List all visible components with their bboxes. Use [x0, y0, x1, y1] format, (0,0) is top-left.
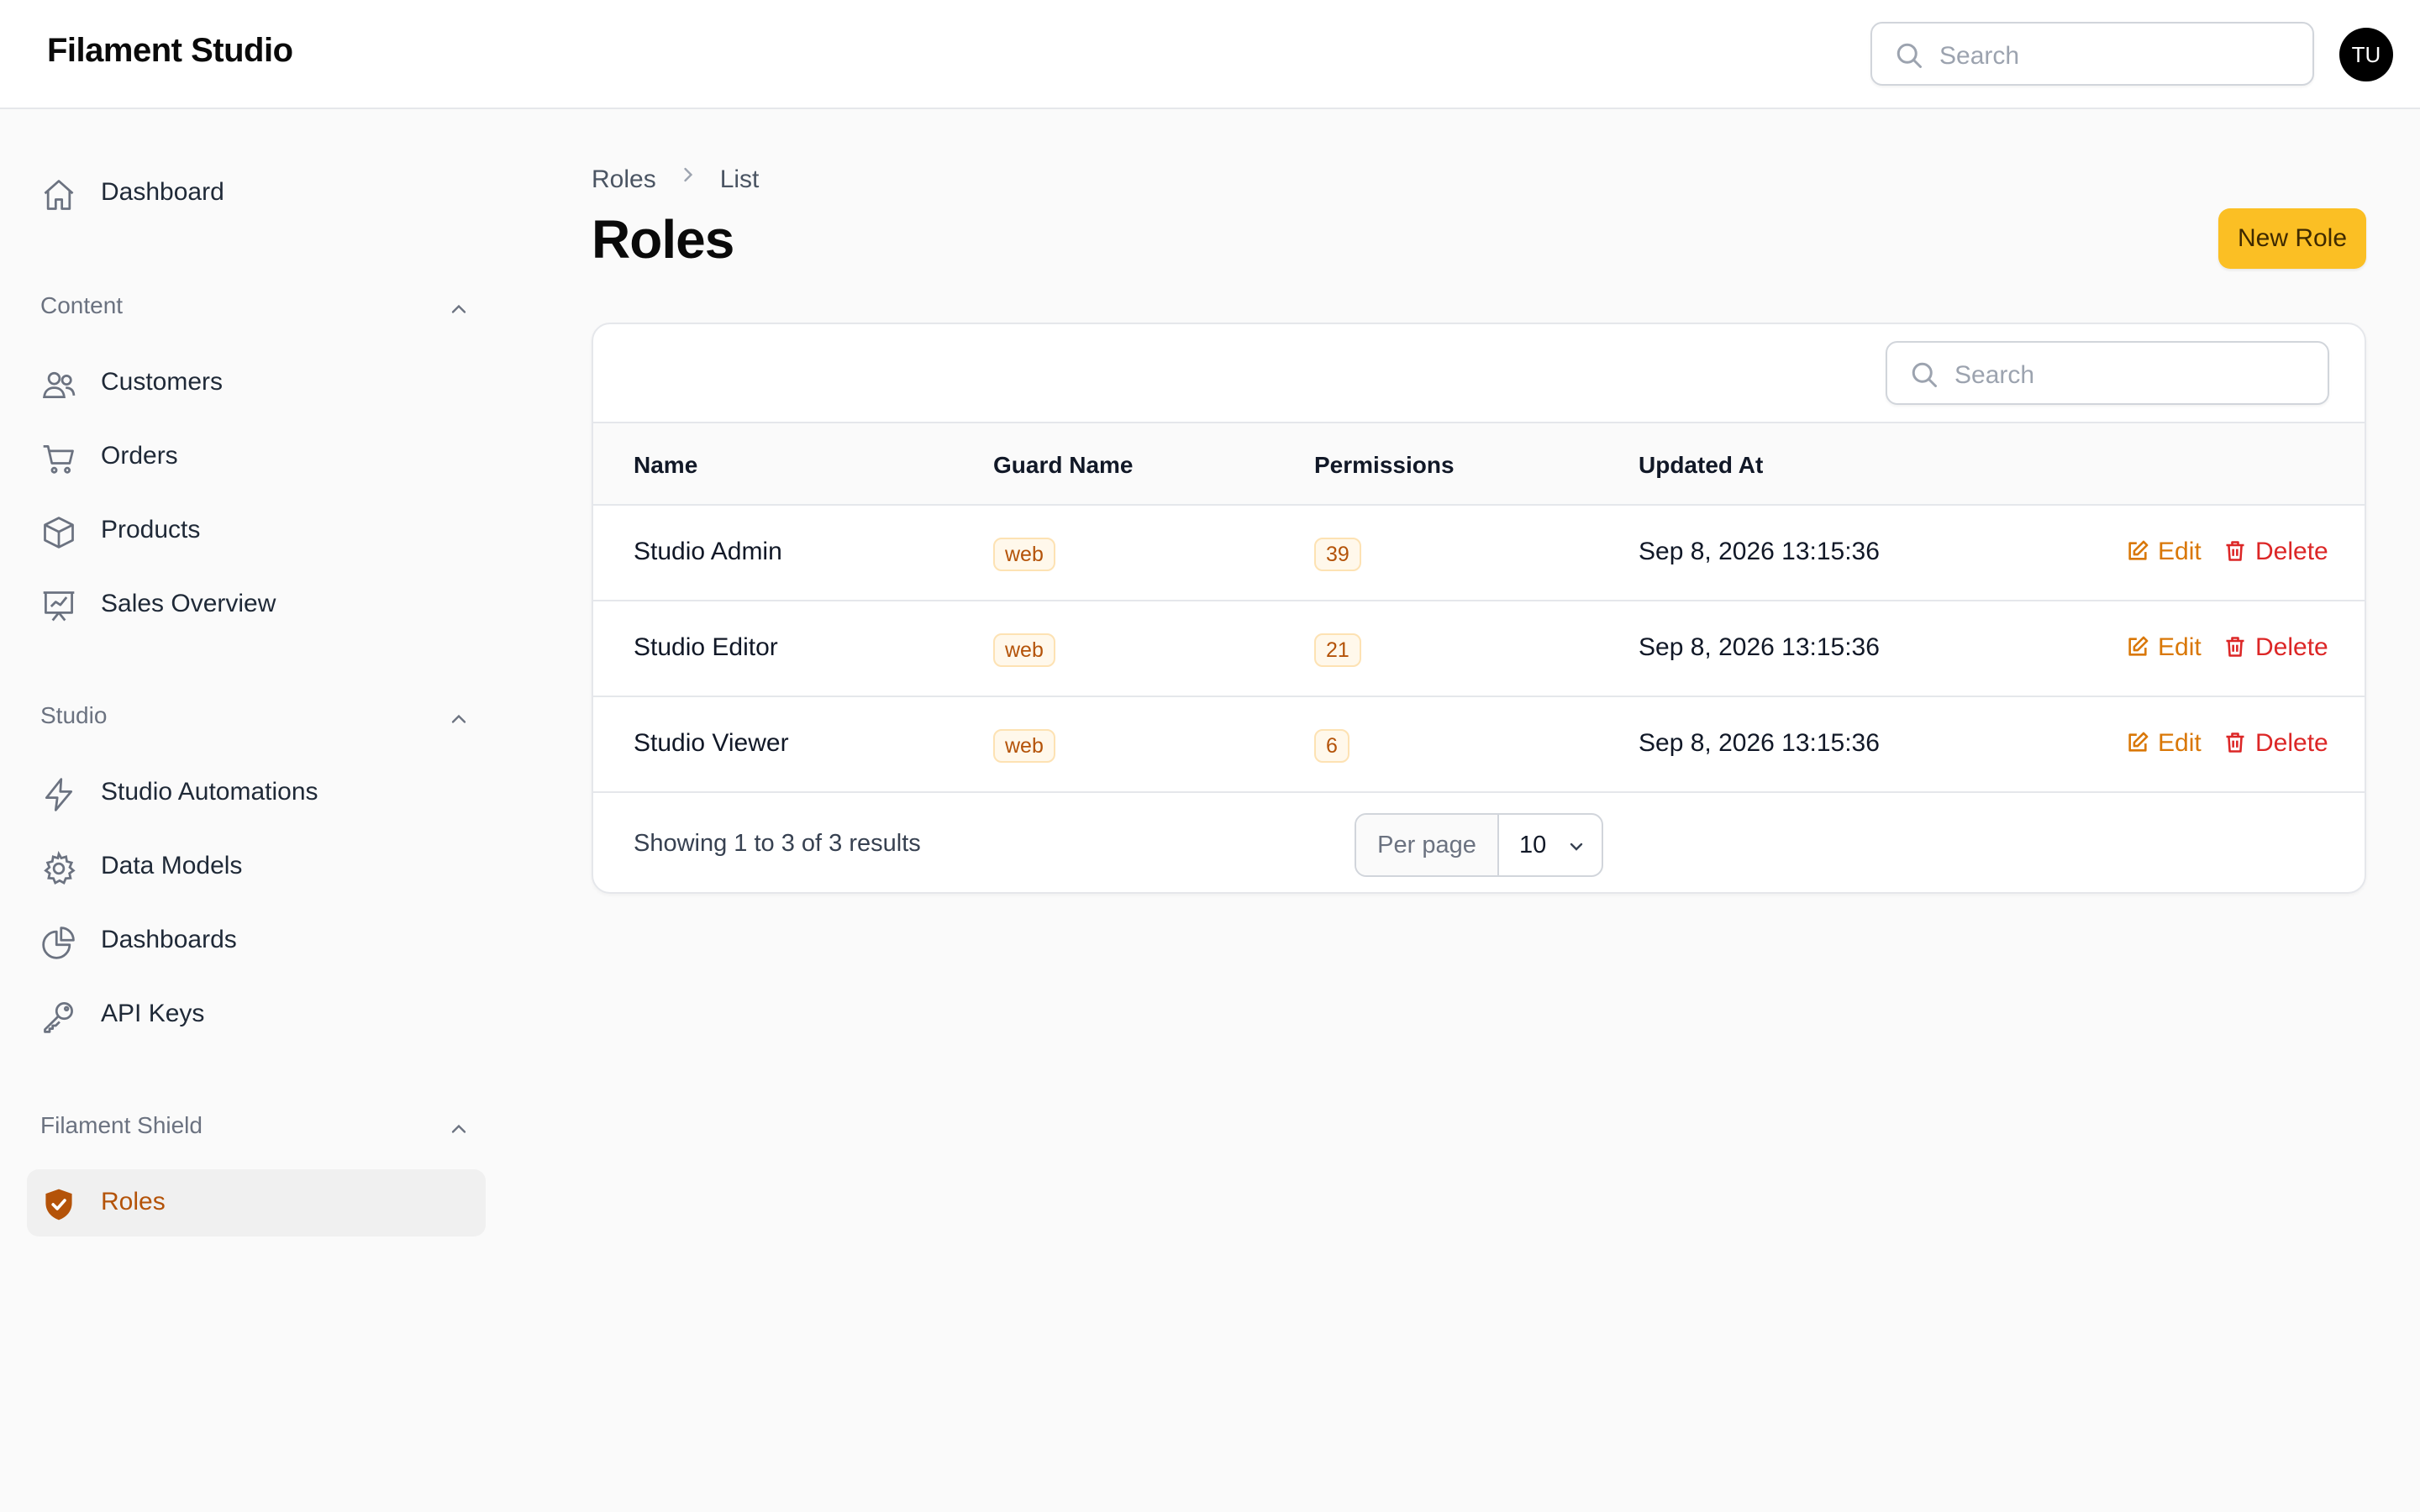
column-header-name[interactable]: Name: [634, 452, 697, 479]
nav-group-filament-shield[interactable]: Filament Shield: [40, 1112, 471, 1146]
delete-label: Delete: [2255, 538, 2328, 565]
search-icon: [1912, 362, 1937, 387]
sidebar-item-label: Orders: [101, 442, 178, 470]
chevron-up-icon: [451, 304, 466, 313]
table-row[interactable]: Studio Editor web 21 Sep 8, 2026 13:15:3…: [593, 601, 2365, 697]
breadcrumb: Roles List: [592, 163, 759, 194]
permissions-count-badge: 6: [1314, 729, 1349, 763]
sidebar-item-label: Studio Automations: [101, 778, 318, 806]
permissions-count-badge: 39: [1314, 538, 1361, 571]
home-icon: [44, 180, 74, 210]
edit-label: Edit: [2158, 729, 2202, 757]
nav-group-label: Content: [40, 292, 124, 318]
table-header: Name Guard Name Permissions Updated At: [593, 422, 2365, 506]
chevron-up-icon: [451, 714, 466, 723]
sidebar-item-sales-overview[interactable]: Sales Overview: [27, 571, 486, 638]
delete-label: Delete: [2255, 633, 2328, 661]
cube-icon: [44, 517, 74, 549]
sidebar-item-label: Products: [101, 516, 201, 543]
search-placeholder: Search: [1939, 42, 2020, 70]
sidebar-item-api-keys[interactable]: API Keys: [27, 981, 486, 1048]
search-placeholder: Search: [1954, 361, 2035, 389]
delete-label: Delete: [2255, 729, 2328, 757]
pie-chart-icon: [42, 927, 75, 959]
sidebar-item-label: Customers: [101, 368, 224, 396]
top-bar: Filament Studio Search TU: [0, 0, 2420, 109]
users-icon: [43, 371, 76, 399]
column-header-permissions[interactable]: Permissions: [1314, 452, 1455, 479]
pagination-summary: Showing 1 to 3 of 3 results: [634, 830, 921, 857]
new-role-button[interactable]: New Role: [2218, 208, 2366, 269]
edit-icon: [2128, 732, 2149, 752]
guard-badge: web: [993, 729, 1055, 763]
permissions-count-badge: 21: [1314, 633, 1361, 667]
nav-group-label: Studio: [40, 702, 108, 728]
role-name: Studio Admin: [634, 538, 782, 565]
cog-icon: [44, 850, 76, 885]
guard-badge: web: [993, 538, 1055, 571]
breadcrumb-item-list: List: [719, 165, 760, 194]
sidebar-item-label: Sales Overview: [101, 590, 276, 617]
user-avatar[interactable]: TU: [2339, 28, 2393, 81]
nav-group-studio[interactable]: Studio: [40, 702, 471, 736]
sidebar-item-label: Roles: [101, 1188, 166, 1215]
table-search-input[interactable]: Search: [1886, 341, 2329, 405]
guard-badge: web: [993, 633, 1055, 667]
page-title: Roles: [592, 209, 734, 270]
shield-check-icon: [45, 1189, 72, 1221]
edit-icon: [2128, 636, 2149, 656]
sidebar-item-products[interactable]: Products: [27, 497, 486, 564]
sidebar-item-label: Data Models: [101, 852, 243, 879]
nav-group-label: Filament Shield: [40, 1112, 203, 1138]
chevron-right-icon: [684, 167, 692, 182]
edit-label: Edit: [2158, 538, 2202, 565]
trash-icon: [2226, 541, 2244, 561]
sidebar-item-label: Dashboard: [101, 178, 224, 206]
sidebar-item-studio-automations[interactable]: Studio Automations: [27, 759, 486, 827]
roles-table-card: Search Name Guard Name Permissions Updat…: [592, 323, 2366, 894]
column-header-guard-name[interactable]: Guard Name: [993, 452, 1134, 479]
sidebar-item-orders[interactable]: Orders: [27, 423, 486, 491]
sidebar-item-roles[interactable]: Roles: [27, 1169, 486, 1236]
trash-icon: [2226, 637, 2244, 657]
edit-icon: [2128, 540, 2149, 560]
per-page-label: Per page: [1356, 815, 1499, 875]
nav-group-content[interactable]: Content: [40, 292, 471, 326]
role-name: Studio Viewer: [634, 729, 789, 757]
edit-label: Edit: [2158, 633, 2202, 661]
updated-at: Sep 8, 2026 13:15:36: [1639, 538, 1880, 565]
chevron-up-icon: [451, 1124, 466, 1133]
updated-at: Sep 8, 2026 13:15:36: [1639, 633, 1880, 661]
cart-icon: [43, 444, 74, 474]
sidebar-item-label: Dashboards: [101, 926, 237, 953]
per-page-value: 10: [1519, 832, 1547, 858]
table-row[interactable]: Studio Viewer web 6 Sep 8, 2026 13:15:36…: [593, 697, 2365, 793]
sidebar-item-data-models[interactable]: Data Models: [27, 833, 486, 900]
trash-icon: [2226, 732, 2244, 753]
column-header-updated-at[interactable]: Updated At: [1639, 452, 1763, 479]
table-row[interactable]: Studio Admin web 39 Sep 8, 2026 13:15:36…: [593, 506, 2365, 601]
per-page-select[interactable]: Per page 10: [1355, 813, 1603, 877]
breadcrumb-item-roles[interactable]: Roles: [592, 165, 656, 194]
sidebar-item-customers[interactable]: Customers: [27, 349, 486, 417]
bolt-icon: [45, 778, 73, 811]
brand-logo[interactable]: Filament Studio: [47, 32, 293, 70]
global-search-input[interactable]: Search: [1870, 22, 2314, 86]
sidebar-item-dashboard[interactable]: Dashboard: [27, 160, 486, 227]
presentation-chart-icon: [43, 591, 75, 622]
sidebar-item-label: API Keys: [101, 1000, 205, 1027]
key-icon: [44, 1002, 73, 1033]
updated-at: Sep 8, 2026 13:15:36: [1639, 729, 1880, 757]
role-name: Studio Editor: [634, 633, 778, 661]
chevron-down-icon: [1570, 843, 1583, 851]
sidebar-item-dashboards[interactable]: Dashboards: [27, 907, 486, 974]
search-icon: [1897, 43, 1922, 68]
